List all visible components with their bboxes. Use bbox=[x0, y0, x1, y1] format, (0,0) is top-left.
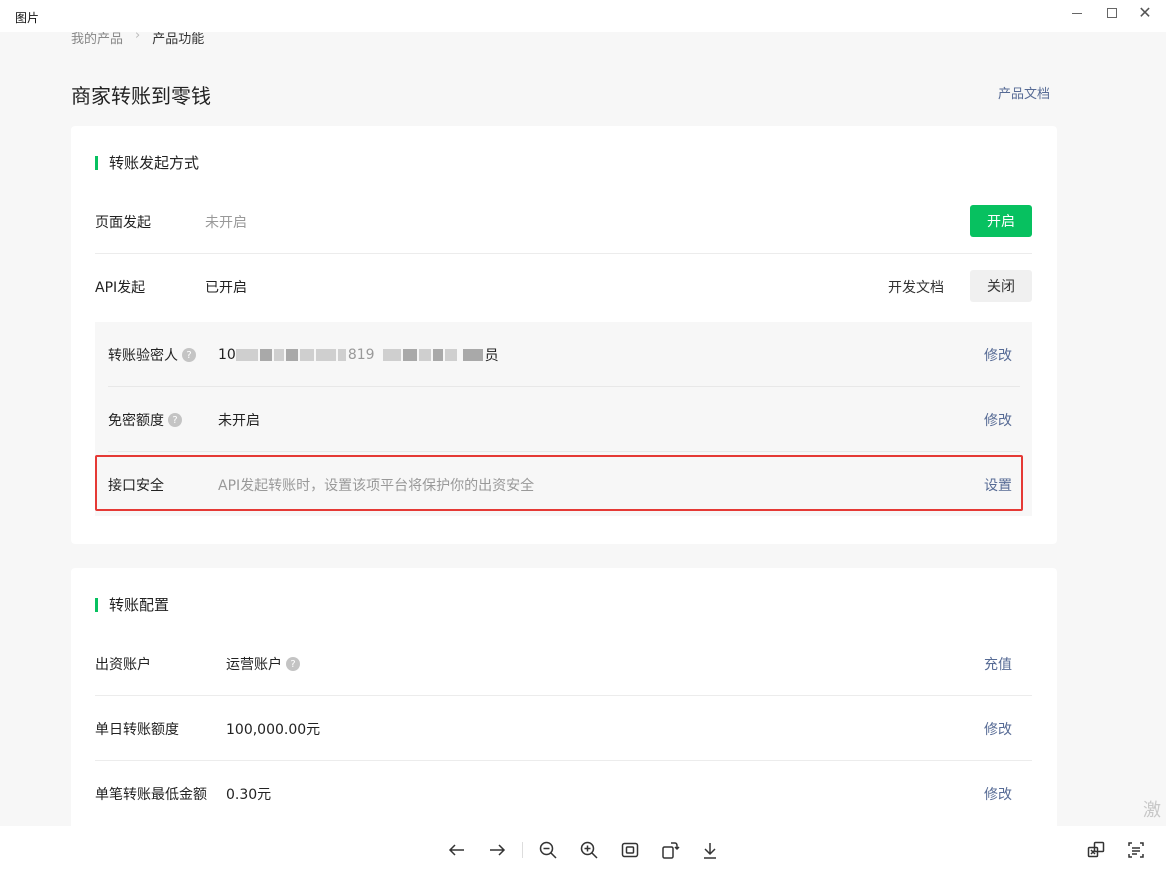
min-amount-label: 单笔转账最低金额 bbox=[95, 787, 207, 803]
help-icon[interactable]: ? bbox=[168, 413, 182, 427]
funding-account-row: 出资账户 运营账户 ? 充值 bbox=[95, 631, 1032, 696]
section-header: 转账发起方式 bbox=[95, 152, 199, 173]
breadcrumb-current: 产品功能 bbox=[152, 32, 205, 47]
funding-account-label: 出资账户 bbox=[95, 657, 151, 673]
rotate-icon bbox=[662, 842, 680, 859]
verifier-value-prefix: 10 bbox=[218, 347, 236, 363]
maximize-icon bbox=[1107, 8, 1117, 18]
funding-account-value: 运营账户 ? bbox=[226, 654, 300, 674]
product-doc-link[interactable]: 产品文档 bbox=[998, 83, 1050, 102]
page-init-status: 未开启 bbox=[205, 215, 247, 231]
min-amount-row: 单笔转账最低金额 0.30元 修改 bbox=[95, 761, 1032, 826]
section-header: 转账配置 bbox=[95, 594, 169, 615]
section-marker bbox=[95, 155, 98, 170]
window-title: 图片 bbox=[15, 11, 40, 25]
funding-account-value-text: 运营账户 bbox=[226, 657, 282, 673]
page-init-label: 页面发起 bbox=[95, 215, 151, 231]
verifier-label: 转账验密人 ? bbox=[108, 345, 196, 365]
zoom-in-button[interactable] bbox=[577, 838, 601, 862]
help-icon[interactable]: ? bbox=[182, 348, 196, 362]
password-free-label: 免密额度 ? bbox=[108, 410, 182, 430]
verifier-value-mid: 819 bbox=[347, 347, 375, 363]
zoom-in-icon bbox=[580, 841, 598, 859]
arrow-left-icon bbox=[448, 844, 464, 856]
breadcrumb: 我的产品 › 产品功能 bbox=[71, 32, 204, 47]
download-icon bbox=[704, 843, 716, 859]
page-init-row: 页面发起 未开启 开启 bbox=[95, 189, 1032, 254]
api-init-status: 已开启 bbox=[205, 280, 247, 296]
download-button[interactable] bbox=[698, 838, 722, 862]
password-free-edit-button[interactable]: 修改 bbox=[984, 410, 1012, 430]
viewer-toolbar bbox=[0, 826, 1166, 874]
translate-button[interactable] bbox=[1084, 838, 1108, 862]
daily-limit-row: 单日转账额度 100,000.00元 修改 bbox=[95, 696, 1032, 761]
help-icon[interactable]: ? bbox=[286, 657, 300, 671]
password-free-value: 未开启 bbox=[218, 413, 260, 429]
daily-limit-edit-button[interactable]: 修改 bbox=[984, 719, 1012, 739]
next-button[interactable] bbox=[485, 838, 509, 862]
section-title: 转账配置 bbox=[109, 596, 170, 614]
daily-limit-label: 单日转账额度 bbox=[95, 722, 179, 738]
fit-window-button[interactable] bbox=[618, 838, 642, 862]
window-titlebar: 图片 ✕ bbox=[0, 0, 1166, 32]
recharge-button[interactable]: 充值 bbox=[984, 654, 1012, 674]
minimize-button[interactable] bbox=[1060, 0, 1094, 26]
text-extract-icon bbox=[1128, 842, 1144, 858]
api-init-label: API发起 bbox=[95, 280, 146, 296]
verifier-value-masked: 10 819 员 bbox=[218, 345, 499, 365]
verifier-edit-button[interactable]: 修改 bbox=[984, 345, 1012, 365]
close-icon: ✕ bbox=[1138, 3, 1152, 22]
rotate-button[interactable] bbox=[658, 838, 682, 862]
watermark-text: 激 bbox=[1143, 800, 1161, 821]
transfer-config-card: 转账配置 出资账户 运营账户 ? 充值 单日转账额度 100,000.00元 修… bbox=[71, 568, 1057, 826]
breadcrumb-separator: › bbox=[135, 32, 141, 43]
arrow-right-icon bbox=[490, 844, 506, 856]
api-init-row: API发起 已开启 开发文档 关闭 bbox=[95, 254, 1032, 319]
section-marker bbox=[95, 597, 98, 612]
page-title: 商家转账到零钱 bbox=[71, 84, 211, 108]
breadcrumb-root[interactable]: 我的产品 bbox=[71, 32, 123, 47]
section-title: 转账发起方式 bbox=[109, 154, 200, 172]
min-amount-edit-button[interactable]: 修改 bbox=[984, 784, 1012, 804]
fit-window-icon bbox=[621, 842, 639, 858]
close-button[interactable]: ✕ bbox=[1128, 0, 1162, 26]
image-viewport: 我的产品 › 产品功能 商家转账到零钱 产品文档 转账发起方式 页面发起 未开启… bbox=[0, 32, 1166, 826]
verifier-label-text: 转账验密人 bbox=[108, 348, 178, 364]
ocr-button[interactable] bbox=[1124, 838, 1148, 862]
password-free-label-text: 免密额度 bbox=[108, 413, 164, 429]
password-free-row: 免密额度 ? 未开启 修改 bbox=[108, 387, 1020, 452]
verifier-value-suffix: 员 bbox=[484, 348, 499, 364]
daily-limit-value: 100,000.00元 bbox=[226, 722, 321, 738]
highlight-annotation bbox=[95, 455, 1023, 511]
zoom-out-button[interactable] bbox=[536, 838, 560, 862]
minimize-icon bbox=[1072, 12, 1082, 14]
disable-button[interactable]: 关闭 bbox=[970, 270, 1032, 302]
min-amount-value: 0.30元 bbox=[226, 787, 272, 803]
enable-button[interactable]: 开启 bbox=[970, 205, 1032, 237]
verifier-row: 转账验密人 ? 10 819 员 修改 bbox=[108, 322, 1020, 387]
previous-button[interactable] bbox=[445, 838, 469, 862]
zoom-out-icon bbox=[539, 841, 557, 859]
maximize-button[interactable] bbox=[1095, 0, 1129, 26]
dev-doc-link[interactable]: 开发文档 bbox=[888, 277, 944, 297]
toolbar-divider bbox=[522, 842, 523, 858]
translate-icon bbox=[1087, 841, 1105, 858]
